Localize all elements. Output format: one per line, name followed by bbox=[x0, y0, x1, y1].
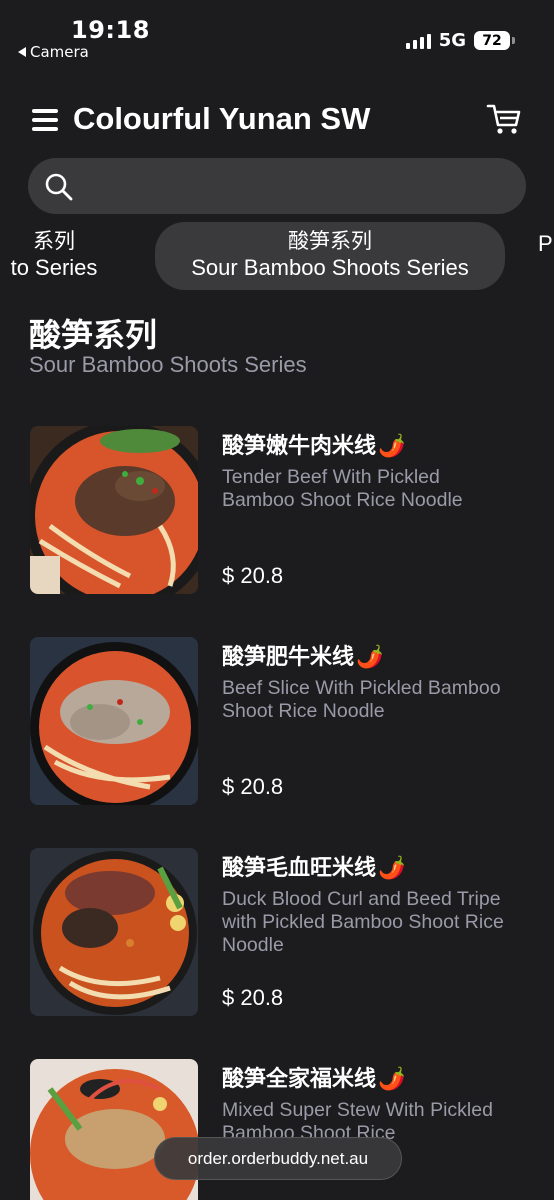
dish-name: 酸笋全家福米线🌶️ bbox=[222, 1061, 405, 1093]
cellular-signal-icon bbox=[405, 33, 431, 49]
dish-photo bbox=[30, 637, 198, 805]
dish-name-text: 酸笋全家福米线 bbox=[222, 1067, 377, 1092]
tab-next-series[interactable]: P bbox=[538, 222, 554, 290]
app-header: Colourful Yunan SW bbox=[0, 95, 554, 145]
section-subtitle: Sour Bamboo Shoots Series bbox=[29, 352, 307, 377]
dish-name: 酸笋嫩牛肉米线🌶️ bbox=[222, 428, 405, 460]
status-indicators: 5G 72 bbox=[405, 30, 515, 51]
dish-price: $ 20.8 bbox=[222, 563, 284, 588]
menu-item[interactable]: 酸笋嫩牛肉米线🌶️ Tender Beef With Pickled Bambo… bbox=[0, 426, 554, 598]
search-icon bbox=[45, 173, 73, 201]
tab-label-en: to Series bbox=[10, 255, 98, 280]
battery-icon: 72 bbox=[474, 31, 515, 50]
tab-label-en: P bbox=[538, 231, 553, 256]
search-input[interactable] bbox=[88, 158, 508, 214]
tab-label-en: Sour Bamboo Shoots Series bbox=[191, 255, 469, 280]
dish-name: 酸笋毛血旺米线🌶️ bbox=[222, 850, 405, 882]
dish-name-text: 酸笋毛血旺米线 bbox=[222, 856, 377, 881]
url-text: order.orderbuddy.net.au bbox=[187, 1148, 369, 1168]
status-bar: 19:18 Camera 5G 72 bbox=[0, 0, 554, 70]
chili-pepper-icon: 🌶️ bbox=[378, 434, 406, 459]
back-arrow-icon bbox=[18, 47, 26, 57]
back-to-camera-link[interactable]: Camera bbox=[18, 43, 89, 61]
dish-price: $ 20.8 bbox=[222, 774, 284, 799]
menu-item[interactable]: 酸笋毛血旺米线🌶️ Duck Blood Curl and Beed Tripe… bbox=[0, 848, 554, 1020]
back-app-label: Camera bbox=[30, 43, 89, 61]
hamburger-menu-icon[interactable] bbox=[32, 109, 58, 131]
network-type: 5G bbox=[438, 30, 466, 51]
tab-previous-series[interactable]: 系列 to Series bbox=[0, 222, 124, 290]
tab-label-zh: 酸笋系列 bbox=[288, 230, 372, 253]
dish-price: $ 20.8 bbox=[222, 985, 284, 1010]
status-time: 19:18 bbox=[71, 16, 150, 44]
battery-level: 72 bbox=[482, 32, 502, 49]
chili-pepper-icon: 🌶️ bbox=[356, 645, 384, 670]
dish-name-text: 酸笋嫩牛肉米线 bbox=[222, 434, 377, 459]
tab-label-zh: 系列 bbox=[33, 230, 75, 253]
tab-sour-bamboo-shoots[interactable]: 酸笋系列 Sour Bamboo Shoots Series bbox=[155, 222, 505, 290]
dish-name: 酸笋肥牛米线🌶️ bbox=[222, 639, 383, 671]
dish-description: Duck Blood Curl and Beed Tripe with Pick… bbox=[222, 888, 504, 956]
shopping-cart-icon[interactable] bbox=[486, 101, 522, 137]
app-title: Colourful Yunan SW bbox=[73, 101, 371, 136]
dish-photo bbox=[30, 426, 198, 594]
url-bar[interactable]: order.orderbuddy.net.au bbox=[154, 1137, 402, 1180]
dish-description: Tender Beef With Pickled Bamboo Shoot Ri… bbox=[222, 466, 463, 511]
search-bar[interactable] bbox=[28, 158, 526, 214]
menu-item[interactable]: 酸笋肥牛米线🌶️ Beef Slice With Pickled Bamboo … bbox=[0, 637, 554, 809]
section-title: 酸笋系列 bbox=[29, 316, 158, 354]
dish-description: Beef Slice With Pickled Bamboo Shoot Ric… bbox=[222, 677, 501, 722]
chili-pepper-icon: 🌶️ bbox=[378, 856, 406, 881]
dish-name-text: 酸笋肥牛米线 bbox=[222, 645, 355, 670]
chili-pepper-icon: 🌶️ bbox=[378, 1067, 406, 1092]
dish-photo bbox=[30, 848, 198, 1016]
category-tabs: 系列 to Series 酸笋系列 Sour Bamboo Shoots Ser… bbox=[0, 222, 554, 292]
